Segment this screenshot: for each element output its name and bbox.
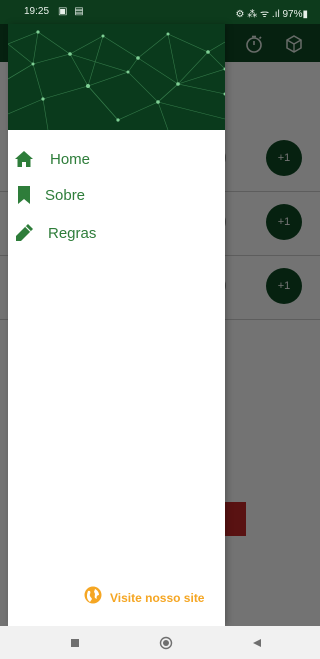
menu-item-home[interactable]: Home — [8, 141, 225, 177]
recents-button[interactable] — [66, 634, 84, 652]
menu-item-label: Regras — [48, 224, 97, 242]
system-status-icons: ⚙ ⁂ ᯤ .ıl 97%▮ — [235, 9, 308, 20]
pencil-icon — [14, 223, 34, 243]
menu-item-label: Sobre — [45, 186, 86, 204]
menu-item-sobre[interactable]: Sobre — [8, 177, 225, 213]
status-time: 19:25 — [24, 6, 50, 17]
system-navigation-bar — [0, 626, 320, 659]
bookmark-icon — [14, 185, 34, 205]
notification-icons: ▣ ▤ — [58, 6, 86, 17]
menu-item-regras[interactable]: Regras — [8, 215, 225, 251]
drawer-header-image — [8, 24, 225, 130]
visit-website-link[interactable]: Visite nosso site — [84, 586, 204, 609]
navigation-drawer: Home Sobre Regras Visite nosso site — [8, 24, 225, 626]
status-bar: 19:25 ▣ ▤ ⚙ ⁂ ᯤ .ıl 97%▮ — [0, 0, 320, 24]
home-button[interactable] — [157, 634, 175, 652]
menu-item-label: Home — [50, 150, 91, 168]
home-icon — [14, 149, 34, 169]
visit-website-label: Visite nosso site — [110, 590, 205, 605]
globe-icon — [84, 586, 102, 609]
back-button[interactable] — [248, 634, 266, 652]
